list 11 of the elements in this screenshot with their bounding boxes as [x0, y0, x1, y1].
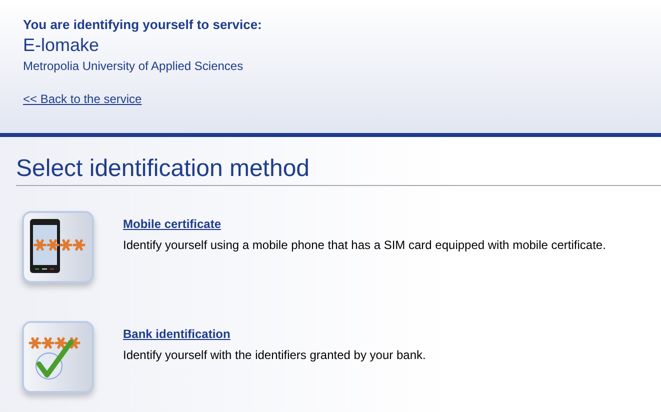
- method-description: Identify yourself using a mobile phone that has a SIM card equipped with mobile certificate.: [123, 238, 606, 252]
- service-name: E-lomake: [23, 35, 100, 56]
- organization-name: Metropolia University of Applied Sciences: [23, 59, 244, 73]
- service-intro: You are identifying yourself to service:: [23, 17, 263, 32]
- page-heading: Select identification method: [16, 155, 661, 186]
- method-description: Identify yourself with the identifiers granted by your bank.: [123, 348, 426, 362]
- check-icon: [21, 320, 97, 396]
- phone-icon: [21, 210, 97, 286]
- back-link[interactable]: << Back to the service: [23, 92, 142, 106]
- method-link[interactable]: Mobile certificate: [123, 217, 222, 231]
- method-link[interactable]: Bank identification: [123, 327, 230, 341]
